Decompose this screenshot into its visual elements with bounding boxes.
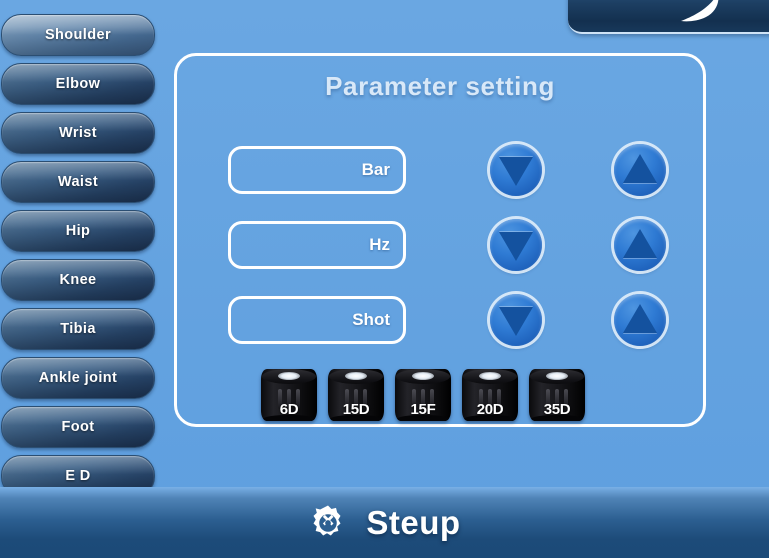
parameter-setting-panel: Parameter setting Bar Hz Shot 6D 15D 15F… <box>174 53 706 427</box>
triangle-up-icon <box>623 229 657 259</box>
sidebar-item-tibia[interactable]: Tibia <box>1 308 155 350</box>
shot-increase-button[interactable] <box>614 294 666 346</box>
transmitter-grooves <box>546 389 568 409</box>
sidebar-item-waist[interactable]: Waist <box>1 161 155 203</box>
parameter-row-shot: Shot <box>177 294 703 371</box>
bar-input[interactable]: Bar <box>228 146 406 194</box>
transmitter-base <box>263 415 315 421</box>
shot-unit-label: Shot <box>352 310 390 329</box>
hz-decrease-button[interactable] <box>490 219 542 271</box>
shot-decrease-button[interactable] <box>490 294 542 346</box>
hz-unit-label: Hz <box>369 235 390 254</box>
transmitter-grooves <box>278 389 300 409</box>
setup-bar[interactable]: Steup <box>0 487 769 558</box>
transmitter-body <box>529 369 585 421</box>
transmitter-highlight <box>412 372 434 380</box>
transmitter-head-20d[interactable]: 20D <box>462 363 518 423</box>
transmitter-base <box>464 415 516 421</box>
transmitter-highlight <box>479 372 501 380</box>
bar-unit-label: Bar <box>361 160 390 179</box>
transmitter-base <box>330 415 382 421</box>
triangle-up-icon <box>623 304 657 334</box>
transmitter-grooves <box>345 389 367 409</box>
parameter-row-hz: Hz <box>177 219 703 296</box>
transmitter-head-selector: 6D 15D 15F 20D 35D <box>261 363 585 423</box>
transmitter-head-15d[interactable]: 15D <box>328 363 384 423</box>
transmitter-base <box>397 415 449 421</box>
gear-icon <box>313 505 341 535</box>
sidebar-item-ankle-joint[interactable]: Ankle joint <box>1 357 155 399</box>
transmitter-head-35d[interactable]: 35D <box>529 363 585 423</box>
sidebar-item-label: Tibia <box>60 321 96 337</box>
sidebar-item-elbow[interactable]: Elbow <box>1 63 155 105</box>
shot-input[interactable]: Shot <box>228 296 406 344</box>
body-part-sidebar: Shoulder Elbow Wrist Waist Hip Knee Tibi… <box>0 14 158 504</box>
transmitter-highlight <box>546 372 568 380</box>
brand-logo-panel <box>568 0 769 34</box>
triangle-down-icon <box>499 231 533 261</box>
triangle-down-icon <box>499 306 533 336</box>
sidebar-item-label: Ankle joint <box>38 370 118 386</box>
hz-increase-button[interactable] <box>614 219 666 271</box>
sidebar-item-label: Hip <box>65 223 91 239</box>
transmitter-grooves <box>412 389 434 409</box>
bar-increase-button[interactable] <box>614 144 666 196</box>
sidebar-item-hip[interactable]: Hip <box>1 210 155 252</box>
hz-input[interactable]: Hz <box>228 221 406 269</box>
transmitter-head-15f[interactable]: 15F <box>395 363 451 423</box>
sidebar-item-label: Foot <box>61 419 95 435</box>
transmitter-body <box>395 369 451 421</box>
transmitter-body <box>328 369 384 421</box>
transmitter-grooves <box>479 389 501 409</box>
transmitter-base <box>531 415 583 421</box>
sidebar-item-label: Shoulder <box>44 27 112 43</box>
setup-label: Steup <box>366 503 461 541</box>
page-title: Parameter setting <box>325 71 555 101</box>
parameter-row-bar: Bar <box>177 144 703 221</box>
transmitter-body <box>462 369 518 421</box>
sidebar-item-label: Knee <box>59 272 97 288</box>
crescent-swoosh-logo-icon <box>681 0 719 22</box>
sidebar-item-wrist[interactable]: Wrist <box>1 112 155 154</box>
transmitter-body <box>261 369 317 421</box>
transmitter-head-6d[interactable]: 6D <box>261 363 317 423</box>
parameter-rows: Bar Hz Shot <box>177 144 703 371</box>
sidebar-item-label: Wrist <box>59 125 97 141</box>
sidebar-item-foot[interactable]: Foot <box>1 406 155 448</box>
sidebar-item-label: Waist <box>57 174 99 190</box>
transmitter-highlight <box>345 372 367 380</box>
triangle-down-icon <box>499 156 533 186</box>
triangle-up-icon <box>623 154 657 184</box>
transmitter-highlight <box>278 372 300 380</box>
sidebar-item-knee[interactable]: Knee <box>1 259 155 301</box>
sidebar-item-label: Elbow <box>55 76 101 92</box>
sidebar-item-shoulder[interactable]: Shoulder <box>1 14 155 56</box>
bar-decrease-button[interactable] <box>490 144 542 196</box>
app-screen: Shoulder Elbow Wrist Waist Hip Knee Tibi… <box>0 0 769 558</box>
